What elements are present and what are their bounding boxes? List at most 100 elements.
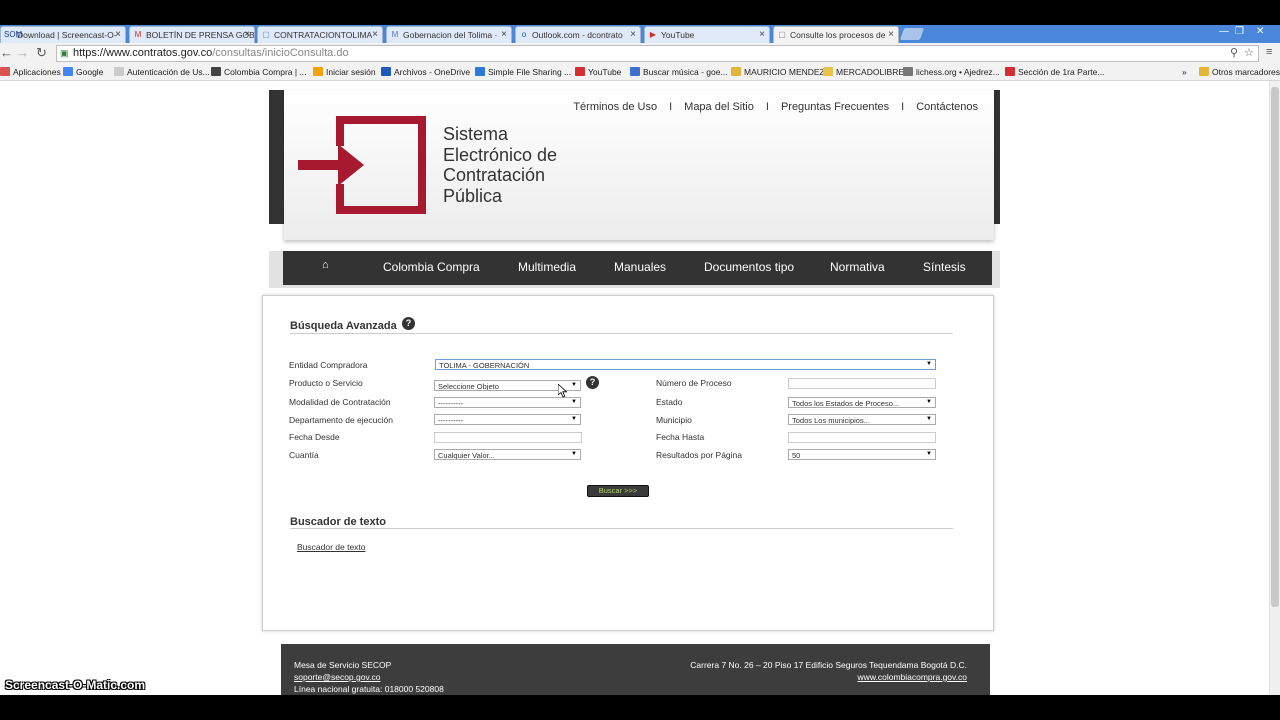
label-fecha-desde: Fecha Desde <box>289 432 340 442</box>
bookmark-icon <box>1005 67 1015 76</box>
browser-tab[interactable]: ▢ Consulte los procesos de × <box>773 26 899 43</box>
forward-icon[interactable]: → <box>16 45 29 60</box>
nav-sintesis[interactable]: Síntesis <box>923 260 966 274</box>
modalidad-select[interactable]: ---------- ▼ <box>434 397 581 408</box>
text-search-link[interactable]: Buscador de texto <box>297 542 366 552</box>
footer-email-link[interactable]: soporte@secop.gov.co <box>294 672 380 682</box>
departamento-select[interactable]: ---------- ▼ <box>434 414 581 425</box>
star-icon[interactable]: ☆ <box>1244 46 1254 59</box>
bookmark-label: Archivos - OneDrive <box>394 67 471 77</box>
tab-label: BOLETÍN DE PRENSA GOB <box>146 30 255 40</box>
link-mapa[interactable]: Mapa del Sitio <box>684 101 754 113</box>
bookmark-label: Aplicaciones <box>13 67 61 77</box>
logo-line: Electrónico de <box>443 144 558 165</box>
municipio-select[interactable]: Todos Los municipios... ▼ <box>788 414 936 425</box>
bookmark-item[interactable]: Buscar música - goe... <box>630 67 728 77</box>
browser-tab[interactable]: SOM Download | Screencast-O- × <box>0 26 126 43</box>
browser-tab[interactable]: ▢ CONTRATACIONTOLIMA × <box>257 26 383 43</box>
tab-close-icon[interactable]: × <box>372 29 378 40</box>
bookmark-other[interactable]: Otros marcadores <box>1199 67 1280 77</box>
tab-close-icon[interactable]: × <box>630 29 636 40</box>
entidad-select[interactable]: TOLIMA - GOBERNACIÓN ▼ <box>435 359 936 370</box>
bookmark-icon <box>381 67 391 76</box>
bookmarks-bar: Aplicaciones Google Autenticación de Us...… <box>0 64 1280 81</box>
nav-manuales[interactable]: Manuales <box>614 260 666 274</box>
browser-tab[interactable]: M Gobernacion del Tolima · × <box>386 26 512 43</box>
bookmark-label: MAURICIO MENDEZ <box>744 67 825 77</box>
estado-select[interactable]: Todos los Estados de Proceso... ▼ <box>788 397 936 408</box>
cuantia-value: Cualquier Valor... <box>438 451 495 460</box>
link-contactenos[interactable]: Contáctenos <box>916 101 978 113</box>
minimize-icon[interactable]: — <box>1219 26 1229 37</box>
bookmark-label: lichess.org • Ajedrez... <box>916 67 1000 77</box>
fecha-hasta-input[interactable] <box>788 432 936 443</box>
back-icon[interactable]: ← <box>0 45 13 60</box>
help-icon[interactable]: ? <box>402 317 415 330</box>
fecha-desde-input[interactable] <box>434 432 582 443</box>
browser-tab[interactable]: o Outlook.com - dcontrato × <box>515 26 641 43</box>
bookmark-label: MERCADOLIBRE <box>836 67 905 77</box>
logo-title: Sistema Electrónico de Contratación Públ… <box>443 124 557 206</box>
tab-favicon-icon: ▢ <box>778 30 786 39</box>
tab-close-icon[interactable]: × <box>888 29 894 40</box>
tab-close-icon[interactable]: × <box>115 29 121 40</box>
secop-logo-icon[interactable] <box>298 114 428 216</box>
numero-proceso-input[interactable] <box>788 378 936 389</box>
bookmark-item[interactable]: Colombia Compra | ... <box>211 67 307 77</box>
nav-multimedia[interactable]: Multimedia <box>518 260 576 274</box>
scrollbar-thumb[interactable] <box>1271 87 1279 607</box>
bookmark-icon <box>114 67 124 76</box>
reload-icon[interactable]: ↻ <box>36 45 47 61</box>
scrollbar[interactable] <box>1269 81 1280 695</box>
bookmark-item[interactable]: Iniciar sesión <box>313 67 376 77</box>
bookmarks-more[interactable]: » <box>1182 67 1187 77</box>
tab-favicon-icon: SOM <box>4 30 23 39</box>
search-card <box>262 295 994 631</box>
resultados-select[interactable]: 50 ▼ <box>788 449 936 460</box>
search-icon[interactable]: ⚲ <box>1230 46 1238 59</box>
divider <box>290 528 953 529</box>
bookmark-item[interactable]: MAURICIO MENDEZ <box>731 67 825 77</box>
bookmark-item[interactable]: YouTube <box>575 67 621 77</box>
bookmark-icon <box>211 67 221 76</box>
help-icon[interactable]: ? <box>586 376 599 389</box>
buscar-button[interactable]: Buscar >>> <box>587 485 649 497</box>
tab-close-icon[interactable]: × <box>244 29 250 40</box>
bookmark-icon <box>731 67 741 76</box>
tab-close-icon[interactable]: × <box>759 29 765 40</box>
header-band-right <box>994 90 1000 224</box>
header-band-left <box>269 90 284 224</box>
bookmark-item[interactable]: lichess.org • Ajedrez... <box>903 67 1000 77</box>
restore-icon[interactable]: ❐ <box>1235 26 1244 37</box>
site-footer: Mesa de Servicio SECOP soporte@secop.gov… <box>281 644 990 695</box>
url-host: https://www.contratos.gov.co <box>73 47 213 59</box>
resultados-value: 50 <box>792 451 801 460</box>
dropdown-arrow-icon: ▼ <box>571 451 577 457</box>
bookmark-item[interactable]: Autenticación de Us... <box>114 67 210 77</box>
link-preguntas[interactable]: Preguntas Frecuentes <box>781 101 889 113</box>
top-links: Términos de Uso I Mapa del Sitio I Preguntas… <box>573 101 978 113</box>
nav-normativa[interactable]: Normativa <box>830 260 885 274</box>
home-icon[interactable]: ⌂ <box>322 259 329 271</box>
close-window-icon[interactable]: ✕ <box>1256 26 1264 37</box>
tab-close-icon[interactable]: × <box>501 29 507 40</box>
bookmark-item[interactable]: MERCADOLIBRE <box>823 67 904 77</box>
dropdown-arrow-icon: ▼ <box>926 361 932 367</box>
bookmark-item[interactable]: Archivos - OneDrive <box>381 67 470 77</box>
bookmark-item[interactable]: Aplicaciones <box>0 67 61 77</box>
bookmark-item[interactable]: Sección de 1ra Parte... <box>1005 67 1104 77</box>
cuantia-select[interactable]: Cualquier Valor... ▼ <box>434 449 581 460</box>
bookmark-item[interactable]: Simple File Sharing ... <box>475 67 571 77</box>
nav-colombia-compra[interactable]: Colombia Compra <box>383 260 480 274</box>
dropdown-arrow-icon: ▼ <box>926 451 932 457</box>
nav-documentos-tipo[interactable]: Documentos tipo <box>704 260 794 274</box>
label-resultados: Resultados por Página <box>656 450 743 460</box>
bookmark-item[interactable]: Google <box>63 67 103 77</box>
menu-icon[interactable]: ≡ <box>1266 46 1272 58</box>
address-bar[interactable]: ▣ https://www.contratos.gov.co/consultas… <box>56 45 1259 62</box>
link-terminos[interactable]: Términos de Uso <box>573 101 657 113</box>
browser-tab[interactable]: ▶ YouTube × <box>644 26 770 43</box>
bookmark-label: Iniciar sesión <box>326 67 376 77</box>
footer-website-link[interactable]: www.colombiacompra.gov.co <box>858 672 967 682</box>
browser-tab[interactable]: M BOLETÍN DE PRENSA GOB × <box>129 26 255 43</box>
